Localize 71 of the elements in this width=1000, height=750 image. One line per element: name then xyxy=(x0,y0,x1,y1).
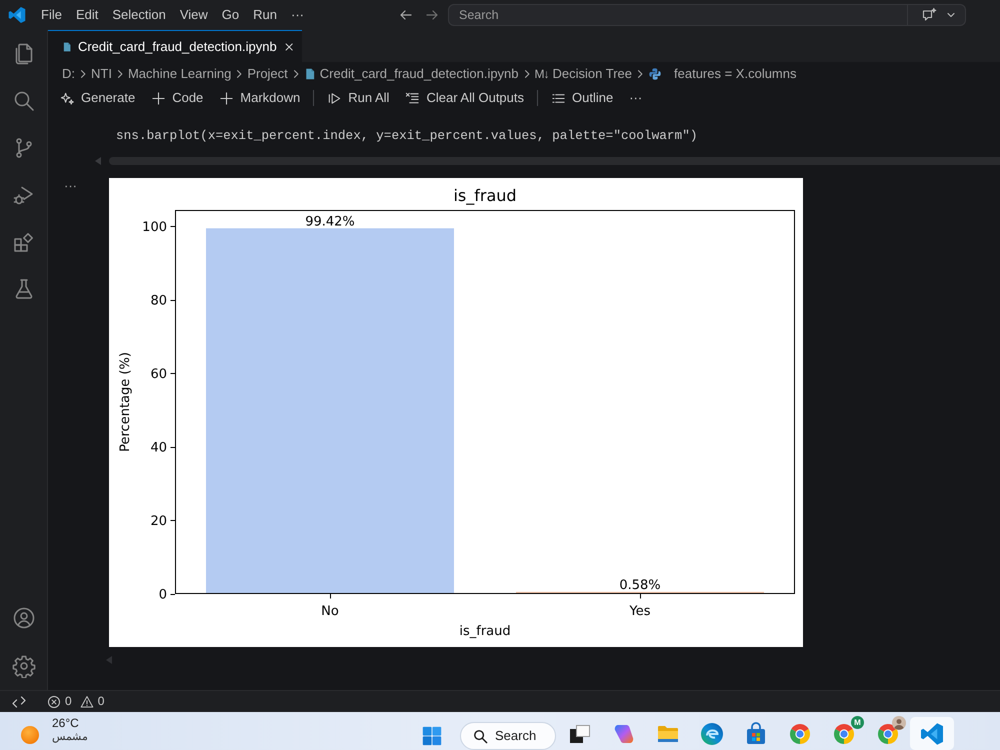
weather-condition-text[interactable]: مشمس xyxy=(52,731,88,744)
menu-item[interactable]: Selection xyxy=(105,0,173,30)
settings-icon[interactable] xyxy=(12,654,36,678)
error-count[interactable]: 0 xyxy=(65,694,72,709)
profile-badge: M xyxy=(851,716,864,729)
file-icon xyxy=(304,67,316,81)
more-actions-button[interactable]: ··· xyxy=(624,87,648,109)
y-tick-label: 40 xyxy=(150,440,167,456)
play-icon xyxy=(327,90,342,106)
plus-icon xyxy=(219,90,234,106)
taskbar-search-button[interactable]: Search xyxy=(460,722,556,750)
file-type-icon xyxy=(648,67,662,81)
breadcrumb-item[interactable]: M↓ Decision Tree xyxy=(534,66,632,82)
y-tick-label: 80 xyxy=(150,293,167,308)
menu-item[interactable]: View xyxy=(172,0,215,30)
breadcrumb-item[interactable]: Machine Learning xyxy=(128,66,232,82)
toolbar-button[interactable]: Code xyxy=(146,87,208,109)
chart-title: is_fraud xyxy=(453,186,517,205)
menu-item[interactable]: Run xyxy=(246,0,284,30)
y-tick-label: 20 xyxy=(150,514,167,530)
app-logo-icon[interactable] xyxy=(8,6,26,24)
menu-item[interactable]: Go xyxy=(214,0,246,30)
menu-item[interactable]: Edit xyxy=(68,0,106,30)
breadcrumb-item[interactable]: Project xyxy=(247,66,288,82)
warning-icon[interactable] xyxy=(80,694,94,708)
x-tick-label: Yes xyxy=(630,604,650,619)
clear-list-icon xyxy=(405,90,420,106)
search-field[interactable]: Search xyxy=(448,4,908,26)
remote-icon[interactable] xyxy=(11,694,27,710)
chat-button[interactable] xyxy=(908,4,966,26)
breadcrumb-item[interactable]: D: xyxy=(62,66,75,82)
browser-icon[interactable] xyxy=(788,722,812,746)
error-icon[interactable] xyxy=(47,694,61,708)
sparkle-icon xyxy=(60,90,75,106)
x-axis-label: is_fraud xyxy=(459,624,511,639)
search-icon xyxy=(473,728,488,744)
output-menu-button[interactable]: ··· xyxy=(62,179,79,193)
account-icon[interactable] xyxy=(12,606,36,630)
breadcrumb-item[interactable]: Credit_card_fraud_detection.ipynb xyxy=(304,66,519,82)
y-tick-label: 100 xyxy=(142,220,167,235)
start-icon[interactable] xyxy=(422,726,442,746)
y-tick-label: 0 xyxy=(158,588,167,603)
code-line: sns.barplot(x=exit_percent.index, y=exit_percent.values, palette="coolwarm") xyxy=(116,127,698,145)
warning-count[interactable]: 0 xyxy=(98,694,104,709)
more-menu-button[interactable]: ··· xyxy=(284,0,311,30)
store-icon[interactable] xyxy=(744,722,768,746)
bar-value-label: 99.42% xyxy=(305,214,355,230)
temperature-text[interactable]: 26°C xyxy=(52,716,88,731)
browser-icon[interactable] xyxy=(700,722,724,746)
bar-value-label: 0.58% xyxy=(619,578,661,593)
task-view-icon[interactable] xyxy=(568,722,592,746)
markdown-icon: M↓ xyxy=(534,66,549,82)
breadcrumb-item[interactable]: features = X.columns xyxy=(648,66,796,82)
chat-icon xyxy=(921,7,937,23)
y-axis-label: Percentage (%) xyxy=(118,352,133,452)
toolbar-button[interactable]: Outline xyxy=(546,87,618,109)
file-icon xyxy=(62,40,72,54)
code-editor-icon[interactable] xyxy=(910,717,954,750)
toolbar-button[interactable]: Generate xyxy=(55,87,140,109)
breadcrumb-item[interactable]: NTI xyxy=(91,66,112,82)
y-tick-label: 60 xyxy=(150,367,167,382)
browser-icon[interactable] xyxy=(832,722,856,746)
toolbar-button[interactable]: Markdown xyxy=(214,87,306,109)
toolbar-button[interactable]: Run All xyxy=(322,87,394,109)
x-tick-label: No xyxy=(321,604,339,619)
browser-icon[interactable] xyxy=(876,722,900,746)
toolbar-button[interactable]: Clear All Outputs xyxy=(400,87,529,109)
editor-tab[interactable]: Credit_card_fraud_detection.ipynb xyxy=(48,30,302,62)
plus-icon xyxy=(151,90,166,106)
copilot-icon[interactable] xyxy=(612,722,636,746)
menu-item[interactable]: File xyxy=(34,0,69,30)
